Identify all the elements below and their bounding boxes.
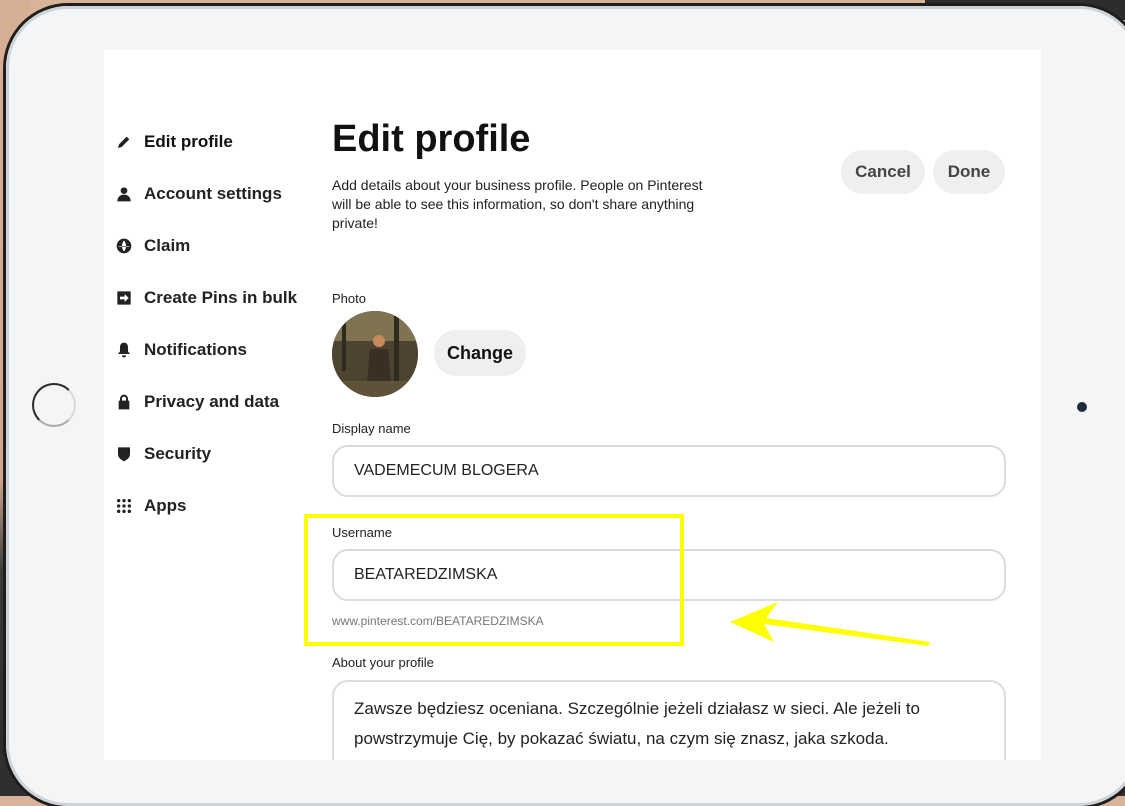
sidebar-item-security[interactable]: Security [116,428,316,480]
done-button[interactable]: Done [933,150,1005,194]
display-name-field[interactable]: VADEMECUM BLOGERA [332,445,1006,497]
sidebar-item-label: Security [144,444,212,463]
sidebar-item-edit-profile[interactable]: Edit profile [116,116,316,168]
sidebar-item-notifications[interactable]: Notifications [116,324,316,376]
display-name-label: Display name [332,421,411,436]
about-label: About your profile [332,655,434,670]
sidebar-item-label: Edit profile [144,132,233,151]
sidebar-item-privacy[interactable]: Privacy and data [116,376,316,428]
about-field[interactable]: Zawsze będziesz oceniana. Szczególnie je… [332,680,1006,760]
shield-icon [116,446,132,462]
camera-dot [1077,402,1087,412]
home-button[interactable] [32,383,76,427]
import-icon [116,290,132,306]
apps-grid-icon [116,498,132,514]
sidebar-item-apps[interactable]: Apps [116,480,316,532]
sidebar-item-label: Create Pins in bulk [144,288,298,307]
cancel-button[interactable]: Cancel [841,150,925,194]
globe-icon [116,238,132,254]
sidebar-item-account-settings[interactable]: Account settings [116,168,316,220]
lock-icon [116,394,132,410]
page-subtitle: Add details about your business profile.… [332,177,703,231]
annotation-arrow [730,602,930,646]
sidebar-item-claim[interactable]: Claim [116,220,316,272]
sidebar-item-create-pins-bulk[interactable]: Create Pins in bulk [116,272,316,324]
page-title: Edit profile [332,118,531,160]
bell-icon [116,342,132,358]
person-icon [116,186,132,202]
sidebar-item-label: Notifications [144,340,247,359]
change-photo-button[interactable]: Change [434,330,526,376]
settings-sidebar: Edit profile Account settings Claim Crea… [116,116,316,532]
avatar [332,311,418,397]
sidebar-item-label: Claim [144,236,191,255]
sidebar-item-label: Account settings [144,184,282,203]
username-highlight-box [304,514,684,646]
pencil-icon [116,134,132,150]
sidebar-item-label: Privacy and data [144,392,280,411]
photo-label: Photo [332,291,366,306]
sidebar-item-label: Apps [144,496,187,515]
